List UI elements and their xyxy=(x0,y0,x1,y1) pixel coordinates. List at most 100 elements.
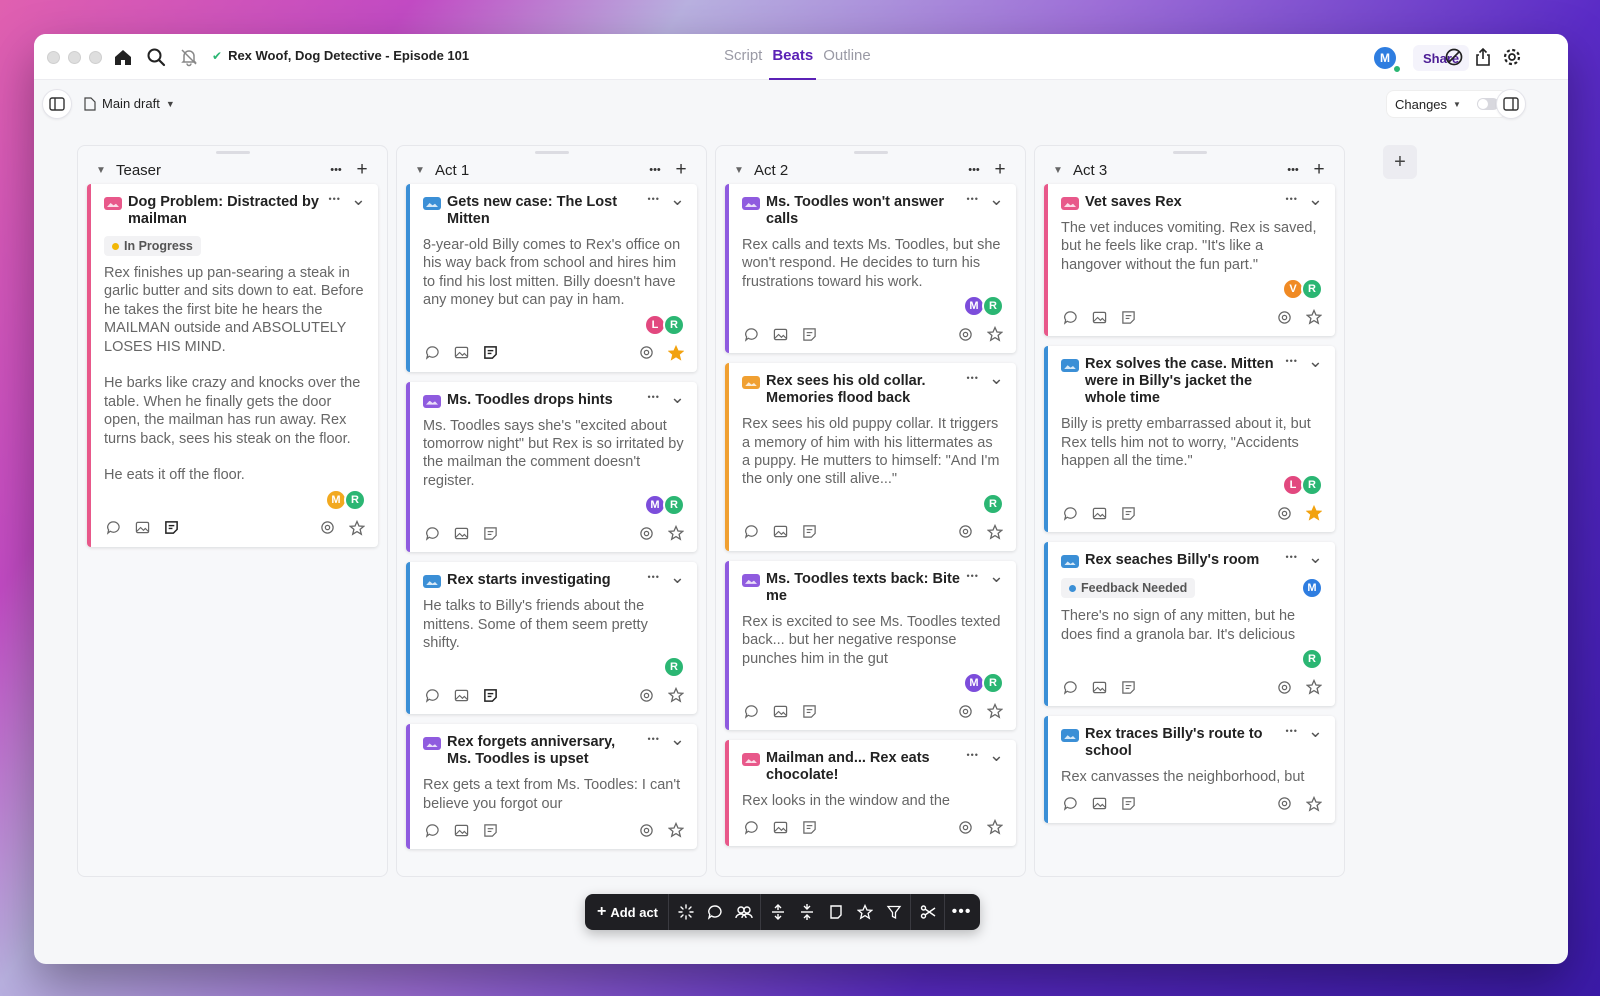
note-icon[interactable] xyxy=(800,523,818,541)
comment-icon[interactable] xyxy=(423,686,441,704)
beat-card[interactable]: Ms. Toodles drops hints ••• ⌄ Ms. Toodles s… xyxy=(406,381,697,553)
note-icon[interactable] xyxy=(1119,504,1137,522)
more-icon[interactable]: ••• xyxy=(966,750,978,760)
comment-icon[interactable] xyxy=(742,702,760,720)
beat-card[interactable]: Gets new case: The Lost Mitten ••• ⌄ 8-year… xyxy=(406,184,697,372)
note-icon[interactable] xyxy=(1119,795,1137,813)
note-icon[interactable] xyxy=(800,702,818,720)
act-title[interactable]: Act 1 xyxy=(435,162,469,179)
image-icon[interactable] xyxy=(771,325,789,343)
more-icon[interactable]: ••• xyxy=(1285,726,1297,736)
export-icon[interactable] xyxy=(1471,45,1495,69)
note-icon[interactable] xyxy=(1119,308,1137,326)
sparkle-icon[interactable] xyxy=(671,898,700,926)
more-icon[interactable]: ••• xyxy=(961,164,987,176)
comment-icon[interactable] xyxy=(1061,795,1079,813)
note-icon[interactable] xyxy=(481,344,499,362)
target-icon[interactable] xyxy=(1275,504,1293,522)
image-icon[interactable] xyxy=(771,702,789,720)
note-icon[interactable] xyxy=(481,524,499,542)
chevron-down-icon[interactable]: ⌄ xyxy=(670,730,685,748)
comment-icon[interactable] xyxy=(742,818,760,836)
target-icon[interactable] xyxy=(956,818,974,836)
more-icon[interactable]: ••• xyxy=(647,194,659,204)
comment-icon[interactable] xyxy=(423,524,441,542)
beat-title[interactable]: Ms. Toodles won't answer calls xyxy=(766,194,960,228)
image-icon[interactable] xyxy=(1090,678,1108,696)
note-icon[interactable] xyxy=(481,686,499,704)
collaborator-avatar[interactable]: R xyxy=(663,494,685,517)
chevron-down-icon[interactable]: ⌄ xyxy=(1308,352,1323,370)
star-icon[interactable] xyxy=(667,821,685,839)
target-icon[interactable] xyxy=(637,821,655,839)
beat-title[interactable]: Rex starts investigating xyxy=(447,572,641,589)
star-icon[interactable] xyxy=(1305,795,1323,813)
chevron-down-icon[interactable]: ⌄ xyxy=(670,388,685,406)
collaborator-avatar[interactable]: R xyxy=(663,656,685,679)
document-title[interactable]: ✔ Rex Woof, Dog Detective - Episode 101 xyxy=(212,48,469,63)
act-title[interactable]: Teaser xyxy=(116,162,161,179)
beat-card[interactable]: Rex starts investigating ••• ⌄ He talks to … xyxy=(406,562,697,715)
target-icon[interactable] xyxy=(956,523,974,541)
collapse-vertical-icon[interactable] xyxy=(792,898,821,926)
comment-icon[interactable] xyxy=(1061,308,1079,326)
image-icon[interactable] xyxy=(452,686,470,704)
comment-icon[interactable] xyxy=(1061,504,1079,522)
more-icon[interactable]: ••• xyxy=(966,194,978,204)
star-icon[interactable] xyxy=(986,702,1004,720)
chevron-down-icon[interactable]: ▼ xyxy=(96,165,110,176)
add-act-button[interactable]: + Add act xyxy=(589,898,666,926)
more-icon[interactable]: ••• xyxy=(647,392,659,402)
beat-card[interactable]: Rex solves the case. Mitten were in Bill… xyxy=(1044,346,1335,533)
home-icon[interactable] xyxy=(111,45,135,69)
collaborator-avatar[interactable]: R xyxy=(1301,474,1323,497)
changes-toggle[interactable]: Changes ▼ xyxy=(1386,90,1508,118)
add-beat-button[interactable]: + xyxy=(349,159,375,181)
image-icon[interactable] xyxy=(452,524,470,542)
filter-icon[interactable] xyxy=(879,898,908,926)
comment-icon[interactable] xyxy=(700,898,729,926)
more-icon[interactable]: ••• xyxy=(647,572,659,582)
note-icon[interactable] xyxy=(481,821,499,839)
comment-icon[interactable] xyxy=(742,325,760,343)
beat-title[interactable]: Rex forgets anniversary, Ms. Toodles is … xyxy=(447,734,641,768)
chevron-down-icon[interactable]: ▼ xyxy=(415,165,429,176)
star-icon[interactable] xyxy=(1305,678,1323,696)
target-icon[interactable] xyxy=(1275,308,1293,326)
chevron-down-icon[interactable]: ▼ xyxy=(1053,165,1067,176)
beat-card[interactable]: Rex sees his old collar. Memories flood … xyxy=(725,363,1016,551)
column-drag-handle[interactable] xyxy=(535,151,569,154)
collaborator-avatar[interactable]: R xyxy=(982,672,1004,695)
chevron-down-icon[interactable]: ⌄ xyxy=(1308,548,1323,566)
collaborator-avatar[interactable]: R xyxy=(344,488,366,511)
add-column-button[interactable]: + xyxy=(1383,145,1417,179)
image-icon[interactable] xyxy=(452,821,470,839)
collaborator-avatar[interactable]: R xyxy=(663,313,685,336)
more-icon[interactable]: ••• xyxy=(323,164,349,176)
note-icon[interactable] xyxy=(1119,678,1137,696)
image-icon[interactable] xyxy=(1090,795,1108,813)
toggle-right-sidebar-button[interactable] xyxy=(1496,89,1526,119)
beat-title[interactable]: Rex traces Billy's route to school xyxy=(1085,726,1279,760)
tab-script[interactable]: Script xyxy=(724,34,762,80)
collaborator-avatar[interactable]: R xyxy=(982,492,1004,515)
comment-icon[interactable] xyxy=(1061,678,1079,696)
more-icon[interactable]: ••• xyxy=(966,373,978,383)
act-title[interactable]: Act 3 xyxy=(1073,162,1107,179)
chevron-down-icon[interactable]: ⌄ xyxy=(989,567,1004,585)
beat-title[interactable]: Rex sees his old collar. Memories flood … xyxy=(766,373,960,407)
tab-outline[interactable]: Outline xyxy=(823,34,871,80)
star-filled-icon[interactable] xyxy=(667,344,685,362)
collaborator-avatar[interactable]: R xyxy=(1301,278,1323,301)
chevron-down-icon[interactable]: ⌄ xyxy=(989,190,1004,208)
scissors-icon[interactable] xyxy=(913,898,942,926)
beat-title[interactable]: Ms. Toodles drops hints xyxy=(447,392,641,409)
toggle-left-sidebar-button[interactable] xyxy=(42,89,72,119)
target-icon[interactable] xyxy=(1275,678,1293,696)
beat-card[interactable]: Rex traces Billy's route to school ••• ⌄ Re… xyxy=(1044,716,1335,823)
target-icon[interactable] xyxy=(956,702,974,720)
beat-title[interactable]: Ms. Toodles texts back: Bite me xyxy=(766,571,960,605)
card-view-icon[interactable] xyxy=(821,898,850,926)
star-filled-icon[interactable] xyxy=(1305,504,1323,522)
image-icon[interactable] xyxy=(133,519,151,537)
